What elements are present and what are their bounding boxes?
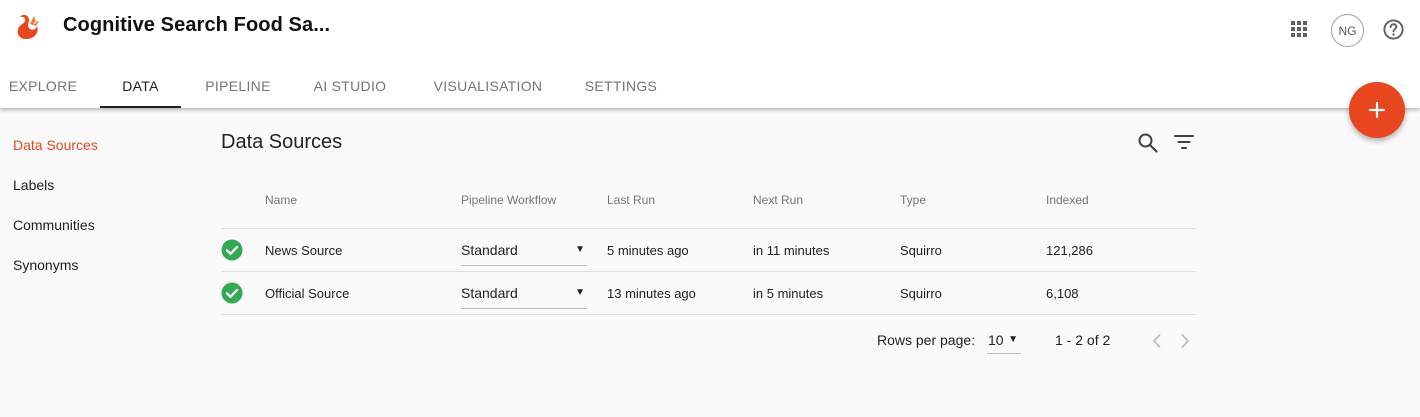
tab-settings[interactable]: SETTINGS — [571, 64, 671, 108]
tab-visualisation[interactable]: VISUALISATION — [405, 64, 571, 108]
pipeline-workflow-value: Standard — [461, 242, 518, 258]
page-title: Data Sources — [221, 131, 343, 153]
rows-per-page-label: Rows per page: — [877, 332, 976, 348]
sidebar-item-communities[interactable]: Communities — [13, 216, 98, 256]
column-header-indexed[interactable]: Indexed — [1046, 193, 1089, 207]
source-name[interactable]: News Source — [265, 229, 342, 271]
rows-per-page-value: 10 — [988, 332, 1004, 348]
next-run: in 11 minutes — [753, 242, 830, 258]
pipeline-workflow-value: Standard — [461, 285, 518, 301]
sidebar-item-synonyms[interactable]: Synonyms — [13, 256, 98, 296]
check-circle-icon — [221, 282, 243, 304]
user-avatar[interactable]: NG — [1331, 14, 1364, 47]
check-circle-icon — [221, 239, 243, 261]
tab-data[interactable]: DATA — [100, 64, 181, 108]
column-header-type[interactable]: Type — [900, 193, 926, 207]
add-button[interactable] — [1349, 82, 1405, 138]
status-cell — [221, 229, 243, 271]
pipeline-workflow-select[interactable]: Standard ▼ — [461, 280, 587, 309]
app-title: Cognitive Search Food Sa... — [63, 14, 331, 36]
last-run: 13 minutes ago — [607, 285, 696, 301]
tab-ai-studio[interactable]: AI STUDIO — [295, 64, 405, 108]
main-tabs: EXPLORE DATA PIPELINE AI STUDIO VISUALIS… — [0, 64, 671, 108]
chevron-right-icon[interactable] — [1176, 331, 1194, 351]
chevron-left-icon[interactable] — [1148, 331, 1166, 351]
column-header-name[interactable]: Name — [265, 193, 297, 207]
page-range: 1 - 2 of 2 — [1055, 332, 1111, 348]
tab-explore[interactable]: EXPLORE — [0, 64, 86, 108]
column-header-last-run[interactable]: Last Run — [607, 193, 655, 207]
sidebar: Data Sources Labels Communities Synonyms — [13, 136, 98, 296]
column-header-pipeline-workflow[interactable]: Pipeline Workflow — [461, 193, 556, 207]
source-type: Squirro — [900, 285, 942, 301]
last-run: 5 minutes ago — [607, 242, 689, 258]
tab-pipeline[interactable]: PIPELINE — [181, 64, 295, 108]
sidebar-item-labels[interactable]: Labels — [13, 176, 98, 216]
pagination: Rows per page: 10 ▼ 1 - 2 of 2 — [0, 329, 1420, 354]
data-sources-table: Name Pipeline Workflow Last Run Next Run… — [221, 180, 1196, 315]
plus-icon — [1368, 101, 1386, 119]
rows-per-page-select[interactable]: 10 ▼ — [987, 329, 1021, 354]
table-row[interactable]: Official Source Standard ▼ 13 minutes ag… — [221, 272, 1196, 315]
dropdown-arrow-icon: ▼ — [1008, 334, 1018, 345]
column-header-next-run[interactable]: Next Run — [753, 193, 803, 207]
search-icon[interactable] — [1137, 132, 1159, 154]
app-bar: Cognitive Search Food Sa... NG EXPLORE D… — [0, 0, 1420, 108]
status-cell — [221, 272, 243, 314]
sidebar-item-data-sources[interactable]: Data Sources — [13, 136, 98, 176]
source-type: Squirro — [900, 242, 942, 258]
indexed-count: 121,286 — [1046, 242, 1093, 258]
dropdown-arrow-icon: ▼ — [575, 287, 585, 298]
table-header: Name Pipeline Workflow Last Run Next Run… — [221, 180, 1196, 229]
dropdown-arrow-icon: ▼ — [575, 244, 585, 255]
apps-grid-icon[interactable] — [1289, 19, 1309, 39]
source-name[interactable]: Official Source — [265, 272, 349, 314]
squirrel-logo-icon[interactable] — [12, 12, 42, 42]
help-icon[interactable] — [1382, 18, 1405, 41]
table-row[interactable]: News Source Standard ▼ 5 minutes ago in … — [221, 229, 1196, 272]
indexed-count: 6,108 — [1046, 285, 1079, 301]
next-run: in 5 minutes — [753, 285, 824, 301]
pipeline-workflow-select[interactable]: Standard ▼ — [461, 237, 587, 266]
filter-icon[interactable] — [1173, 131, 1195, 153]
